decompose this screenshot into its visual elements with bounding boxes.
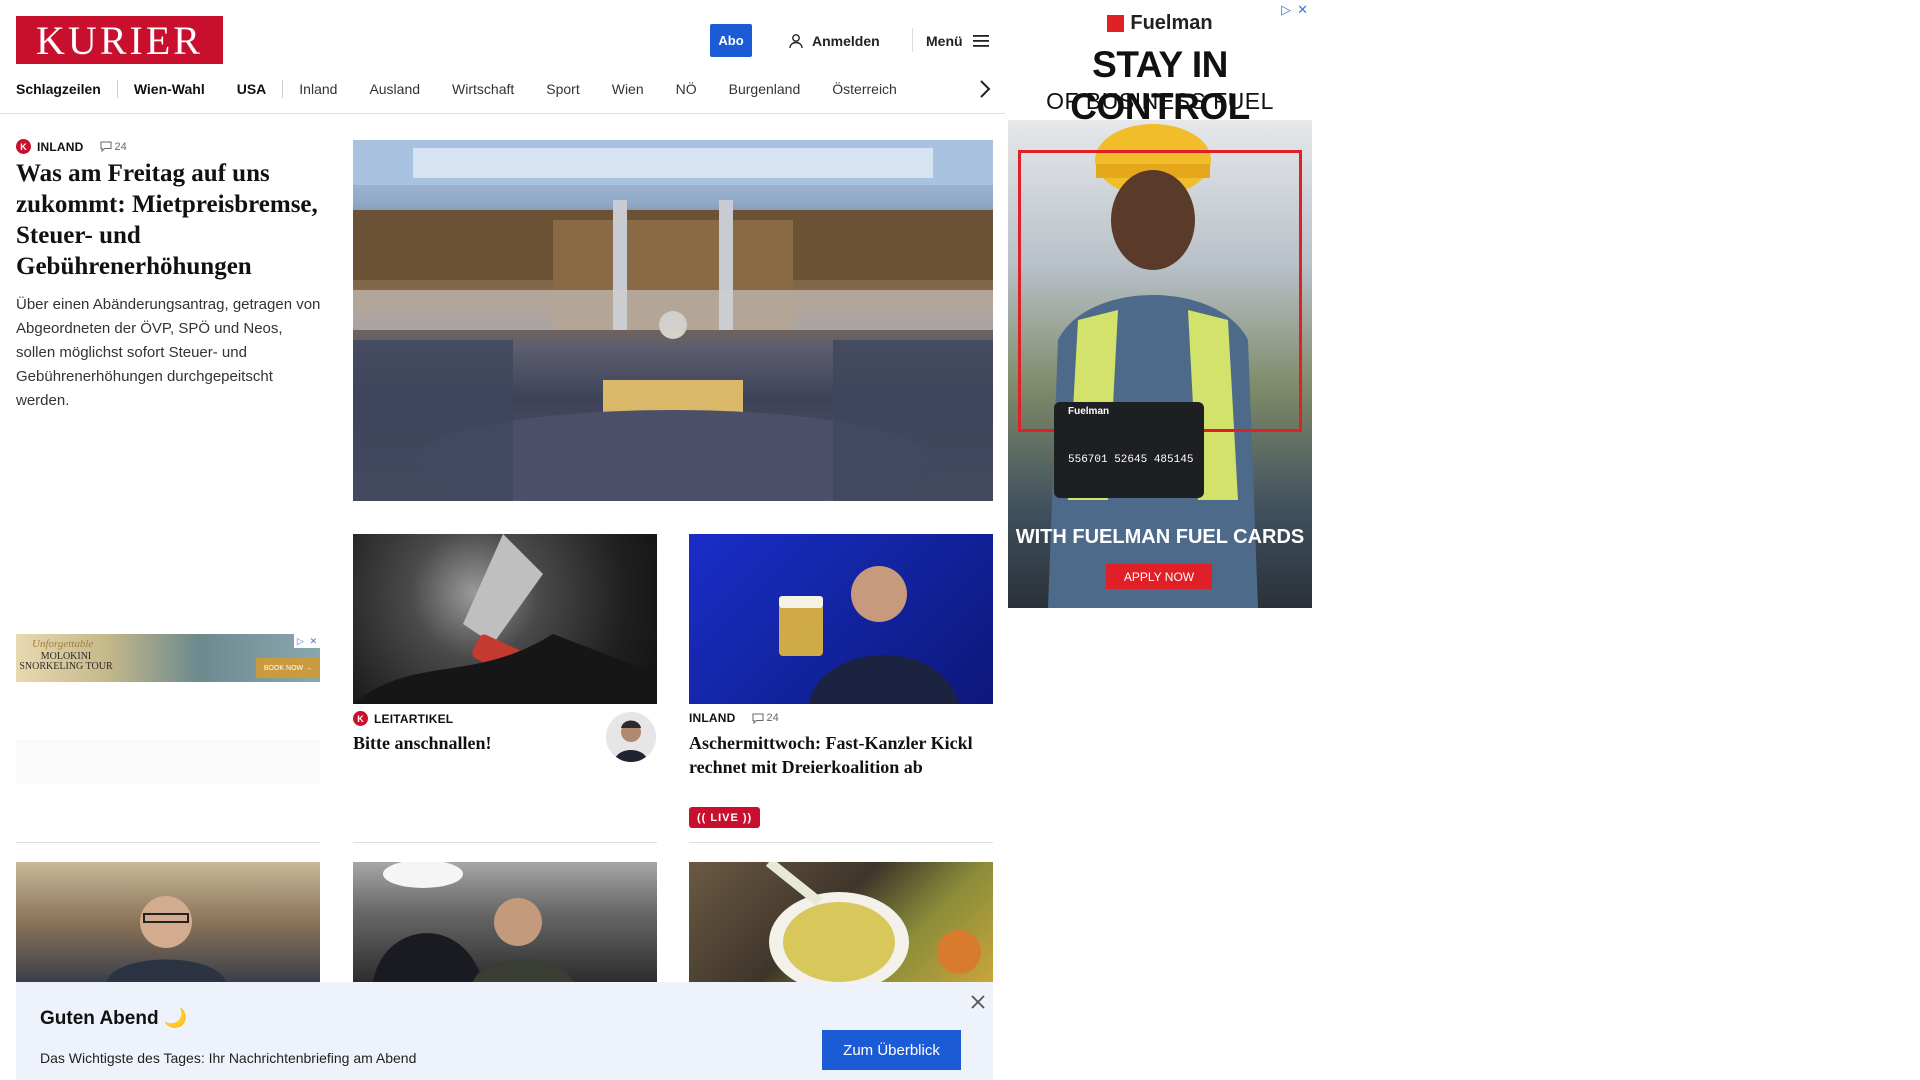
user-icon: [789, 33, 803, 48]
parliament-illustration: [353, 140, 993, 501]
chevron-right-icon[interactable]: [976, 78, 994, 100]
card2-headline[interactable]: Aschermittwoch: Fast-Kanzler Kickl rechn…: [689, 731, 993, 779]
lead-comment-count: 24: [114, 140, 127, 153]
zum-ueberblick-button[interactable]: Zum Überblick: [822, 1030, 961, 1070]
card2-category[interactable]: INLAND: [689, 711, 736, 725]
beer-illustration: [779, 566, 959, 704]
card-image-zelensky[interactable]: [353, 862, 657, 982]
card2-comment-count: 24: [766, 712, 779, 724]
card-image-beer[interactable]: [689, 534, 993, 704]
card-image-soup[interactable]: [689, 862, 993, 982]
nav-item-wirtschaft[interactable]: Wirtschaft: [436, 81, 530, 97]
soup-illustration: [765, 862, 981, 982]
seatbelt-illustration: [353, 534, 657, 704]
nav-item-oesterreich[interactable]: Österreich: [816, 81, 913, 97]
ad-footer: WITH FUELMAN FUEL CARDS: [1015, 526, 1305, 548]
ad-tagline: Unforgettable: [32, 638, 94, 650]
category-nav: Schlagzeilen Wien-Wahl USA Inland Auslan…: [16, 76, 913, 102]
ad-choices[interactable]: ▷ ✕: [1281, 2, 1308, 18]
card2-comments[interactable]: 24: [752, 712, 779, 724]
nav-item-wien[interactable]: Wien: [596, 81, 660, 97]
zelensky-illustration: [373, 862, 573, 982]
lead-teaser: Über einen Abänderungsantrag, getragen v…: [16, 296, 321, 409]
fuel-card-number: 556701 52645 485145: [1068, 454, 1194, 466]
lead-meta: K INLAND 24: [16, 139, 127, 154]
ad-choices[interactable]: ▷ ✕: [294, 634, 320, 648]
adchoices-icon[interactable]: ▷: [297, 636, 304, 647]
banner-subtitle: Das Wichtigste des Tages: Ihr Nachrichte…: [40, 1050, 417, 1066]
nav-item-schlagzeilen[interactable]: Schlagzeilen: [16, 81, 117, 97]
kurier-logo[interactable]: KURIER: [16, 16, 223, 64]
card2-meta: INLAND 24: [689, 711, 779, 725]
menu-button[interactable]: Menü: [926, 24, 989, 57]
lead-image-parliament[interactable]: [353, 140, 993, 501]
abo-button[interactable]: Abo: [710, 24, 752, 57]
banner-title: Guten Abend 🌙: [40, 1008, 188, 1029]
kurier-plus-badge: K: [16, 139, 31, 154]
nav-item-wien-wahl[interactable]: Wien-Wahl: [118, 81, 221, 97]
fuel-card-brand: Fuelman: [1068, 406, 1110, 417]
kurier-plus-badge: K: [353, 711, 368, 726]
nav-item-inland[interactable]: Inland: [283, 81, 353, 97]
row-divider: [353, 842, 657, 843]
comment-icon: [100, 141, 112, 152]
login-label: Anmelden: [812, 32, 880, 49]
card-image-portrait[interactable]: [16, 862, 320, 982]
card1-meta: K LEITARTIKEL: [353, 711, 453, 726]
lead-headline[interactable]: Was am Freitag auf uns zukommt: Mietprei…: [16, 158, 321, 282]
ad-book-button[interactable]: BOOK NOW →: [256, 658, 320, 678]
comment-icon: [752, 713, 764, 724]
ad-brand-name: Fuelman: [1130, 12, 1213, 34]
nav-item-noe[interactable]: NÖ: [660, 81, 713, 97]
ad-brand: Fuelman: [1008, 12, 1312, 35]
ad-close-icon[interactable]: ✕: [1297, 2, 1308, 18]
nav-item-sport[interactable]: Sport: [530, 81, 595, 97]
ad-close-icon[interactable]: ✕: [310, 636, 318, 647]
author-avatar[interactable]: [606, 712, 656, 762]
hamburger-icon: [972, 34, 989, 47]
card-image-seatbelt[interactable]: [353, 534, 657, 704]
login-button[interactable]: Anmelden: [788, 24, 880, 57]
lead-comments[interactable]: 24: [100, 141, 127, 153]
portrait-illustration: [106, 896, 226, 982]
ad-title-line2: SNORKELING TOUR: [19, 661, 113, 672]
adchoices-icon[interactable]: ▷: [1281, 2, 1291, 18]
lead-category[interactable]: INLAND: [37, 140, 84, 154]
fuelman-ad[interactable]: Fuelman ▷ ✕ STAY IN CONTROL OF BUSINESS …: [1008, 0, 1312, 608]
nav-item-ausland[interactable]: Ausland: [353, 81, 436, 97]
card1-headline[interactable]: Bitte anschnallen!: [353, 731, 593, 755]
card1-category[interactable]: LEITARTIKEL: [374, 712, 453, 726]
ad-placeholder: [16, 740, 320, 784]
nav-underline: [0, 113, 1005, 114]
live-badge: (( LIVE )): [689, 807, 761, 828]
ad-red-frame: [1018, 150, 1302, 432]
evening-briefing-banner: Guten Abend 🌙 Das Wichtigste des Tages: …: [16, 982, 993, 1080]
menu-label: Menü: [926, 32, 963, 49]
row-divider: [16, 842, 320, 843]
nav-item-burgenland[interactable]: Burgenland: [713, 81, 817, 97]
snorkeling-ad[interactable]: Unforgettable MOLOKINI SNORKELING TOUR B…: [16, 634, 320, 682]
row-divider: [689, 842, 993, 843]
header-divider: [912, 28, 913, 52]
apply-now-button[interactable]: APPLY NOW: [1106, 564, 1212, 589]
nav-item-usa[interactable]: USA: [221, 81, 283, 97]
fuelman-logo-icon: [1107, 15, 1125, 32]
fuel-card: Fuelman 556701 52645 485145: [1054, 402, 1204, 498]
ad-title: MOLOKINI SNORKELING TOUR: [16, 652, 116, 672]
close-icon[interactable]: [968, 992, 988, 1012]
author-portrait: [606, 712, 656, 762]
